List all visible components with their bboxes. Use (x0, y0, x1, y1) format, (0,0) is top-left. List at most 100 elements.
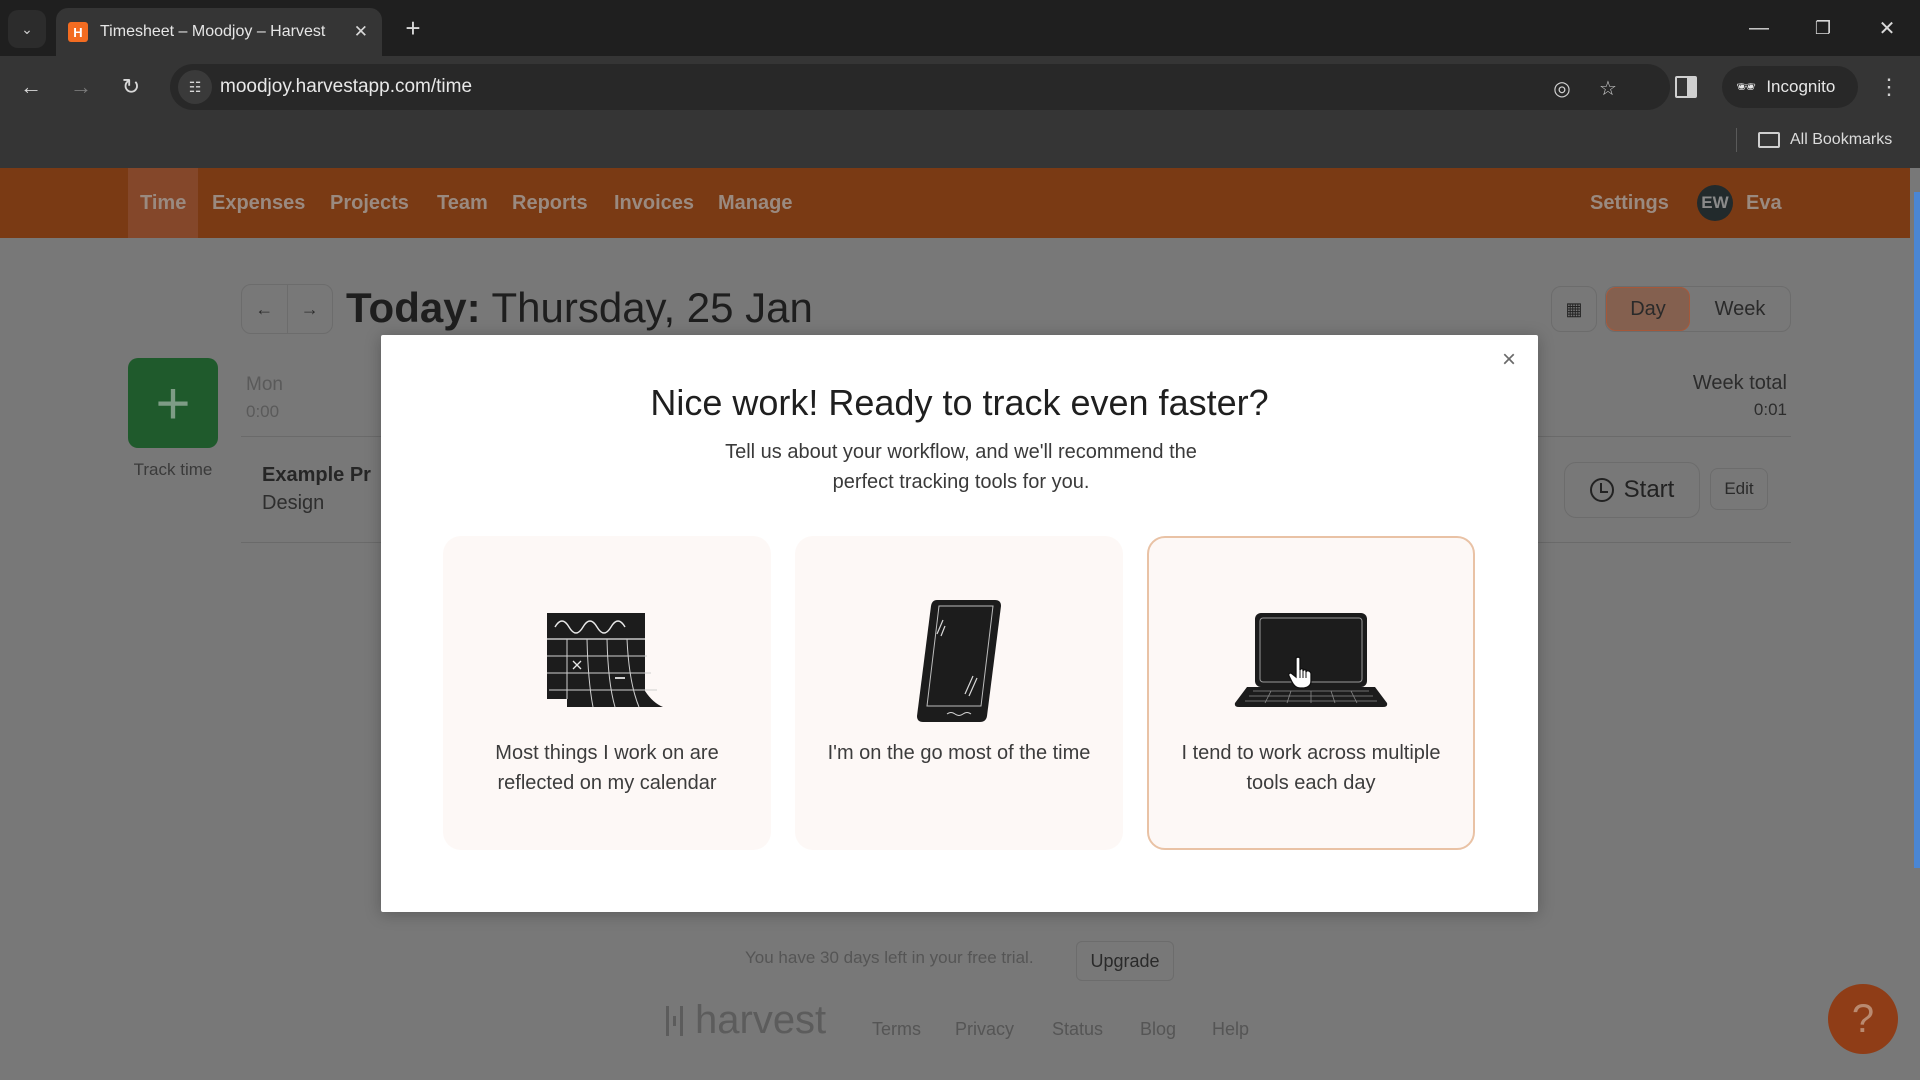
harvest-logo-text: harvest (695, 998, 827, 1042)
address-bar[interactable]: ☷ moodjoy.harvestapp.com/time ◎ ☆ (170, 64, 1670, 110)
edit-entry-button[interactable]: Edit (1710, 468, 1768, 510)
nav-expenses[interactable]: Expenses (200, 168, 317, 238)
url-text[interactable]: moodjoy.harvestapp.com/time (220, 76, 472, 98)
incognito-indicator[interactable]: 🕶 Incognito (1722, 66, 1858, 108)
entry-project-name: Example Pr (262, 464, 371, 486)
modal-close-button[interactable]: × (1494, 345, 1524, 375)
help-button[interactable]: ? (1828, 984, 1898, 1054)
reload-icon: ↻ (121, 74, 141, 99)
nav-reports[interactable]: Reports (500, 168, 600, 238)
all-bookmarks-label: All Bookmarks (1790, 131, 1893, 148)
nav-team[interactable]: Team (425, 168, 500, 238)
browser-toolbar: ← → ↻ ☷ moodjoy.harvestapp.com/time ◎ ☆ … (0, 56, 1920, 118)
modal-title: Nice work! Ready to track even faster? (650, 382, 1269, 423)
footer-link-terms[interactable]: Terms (872, 1019, 921, 1040)
harvest-favicon-icon: H (68, 22, 88, 42)
option-card-multiple-tools[interactable]: I tend to work across multiple tools eac… (1147, 536, 1475, 850)
date-label: Thursday, 25 Jan (491, 284, 813, 331)
tab-close-icon[interactable]: ✕ (354, 22, 368, 42)
plus-icon: + (155, 369, 191, 437)
start-timer-button[interactable]: Start (1564, 462, 1700, 518)
folder-icon (1758, 132, 1780, 148)
option-label: Most things I work on are reflected on m… (495, 742, 719, 794)
start-label: Start (1623, 476, 1675, 503)
footer-link-blog[interactable]: Blog (1140, 1019, 1176, 1040)
nav-invoices[interactable]: Invoices (602, 168, 706, 238)
site-info-button[interactable]: ☷ (178, 70, 212, 104)
harvest-logo-icon (666, 1005, 687, 1036)
incognito-label: Incognito (1766, 77, 1836, 96)
minimize-button[interactable]: — (1736, 10, 1782, 46)
option-card-mobile[interactable]: I'm on the go most of the time (795, 536, 1123, 850)
option-label: I tend to work across multiple tools eac… (1181, 742, 1441, 794)
track-time-button[interactable]: + (128, 358, 218, 448)
option-card-calendar[interactable]: Most things I work on are reflected on m… (443, 536, 771, 850)
arrow-left-icon: ← (20, 74, 42, 99)
trial-notice: You have 30 days left in your free trial… (745, 948, 1034, 967)
app-navigation: Time Expenses Projects Team Reports Invo… (0, 168, 1910, 238)
new-tab-button[interactable]: + (397, 12, 429, 44)
nav-settings[interactable]: Settings (1578, 168, 1681, 238)
scrollbar[interactable] (1914, 192, 1920, 868)
option-label: I'm on the go most of the time (827, 742, 1091, 764)
workflow-modal: × Nice work! Ready to track even faster?… (381, 335, 1538, 912)
tab-search-button[interactable]: ⌄ (8, 10, 46, 48)
arrow-left-icon: ← (255, 298, 274, 319)
calendar-icon (522, 596, 692, 726)
tune-icon: ☷ (188, 78, 202, 95)
nav-projects[interactable]: Projects (318, 168, 421, 238)
reload-button[interactable]: ↻ (114, 70, 148, 104)
forward-button[interactable]: → (64, 70, 98, 104)
calendar-icon: ▦ (1565, 298, 1583, 319)
user-menu[interactable]: Eva (1734, 168, 1794, 238)
user-avatar[interactable]: EW (1697, 185, 1733, 221)
back-button[interactable]: ← (14, 70, 48, 104)
view-toggle: Day Week (1605, 286, 1791, 332)
window-close-button[interactable]: ✕ (1864, 10, 1910, 46)
bookmarks-bar: All Bookmarks (0, 118, 1920, 168)
star-icon: ☆ (1599, 77, 1617, 100)
view-week-button[interactable]: Week (1690, 287, 1790, 331)
day-tab-label[interactable]: Mon (246, 374, 283, 396)
hand-pointer-cursor-icon (1288, 656, 1312, 689)
eye-off-icon: ◎ (1553, 77, 1571, 100)
tab-title: Timesheet – Moodjoy – Harvest (100, 23, 326, 40)
all-bookmarks-button[interactable]: All Bookmarks (1758, 126, 1892, 154)
entry-task-name: Design (262, 492, 325, 514)
bookmark-star-button[interactable]: ☆ (1594, 74, 1622, 102)
clock-icon (1589, 478, 1614, 502)
kebab-menu-icon: ⋮ (1878, 74, 1900, 99)
previous-day-button[interactable]: ← (242, 285, 288, 333)
browser-tab[interactable]: H Timesheet – Moodjoy – Harvest ✕ (56, 8, 382, 56)
track-time-label: Track time (133, 460, 213, 479)
close-icon: ✕ (1878, 17, 1896, 40)
browser-menu-button[interactable]: ⋮ (1876, 72, 1902, 102)
plus-icon: + (405, 12, 421, 43)
incognito-icon: 🕶 (1736, 79, 1757, 96)
tracking-protection-button[interactable]: ◎ (1548, 74, 1576, 102)
day-tab-total: 0:00 (246, 402, 280, 421)
footer-link-privacy[interactable]: Privacy (955, 1019, 1014, 1040)
date-prefix: Today: (346, 284, 481, 331)
side-panel-button[interactable] (1675, 76, 1697, 98)
harvest-logo[interactable]: harvest (666, 998, 826, 1043)
next-day-button[interactable]: → (288, 285, 333, 333)
upgrade-button[interactable]: Upgrade (1076, 941, 1174, 981)
restore-button[interactable]: ❐ (1800, 10, 1846, 46)
phone-icon (874, 596, 1044, 726)
chevron-down-icon: ⌄ (21, 20, 33, 37)
footer-link-status[interactable]: Status (1052, 1019, 1103, 1040)
bookmarks-divider (1736, 128, 1737, 152)
page-title: Today: Thursday, 25 Jan (346, 284, 813, 332)
browser-tab-bar: ⌄ H Timesheet – Moodjoy – Harvest ✕ + — … (0, 0, 1920, 56)
date-navigation: ← → (241, 284, 333, 334)
arrow-right-icon: → (70, 74, 92, 99)
arrow-right-icon: → (300, 298, 319, 319)
calendar-picker-button[interactable]: ▦ (1551, 286, 1597, 332)
minimize-icon: — (1749, 16, 1769, 39)
view-day-button[interactable]: Day (1606, 287, 1690, 331)
nav-manage[interactable]: Manage (706, 168, 804, 238)
week-total-value: 0:01 (1753, 400, 1787, 419)
nav-time[interactable]: Time (128, 168, 199, 238)
footer-link-help[interactable]: Help (1212, 1019, 1249, 1040)
